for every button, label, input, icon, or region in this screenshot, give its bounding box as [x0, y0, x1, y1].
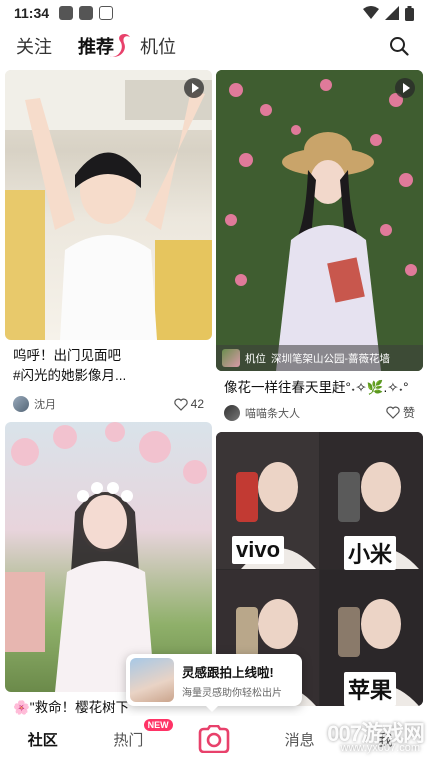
heart-icon [386, 406, 400, 419]
notification-icon [79, 6, 94, 20]
card-image[interactable]: 机位 深圳笔架山公园-蔷薇花墙 [216, 70, 423, 371]
location-prefix: 机位 [245, 352, 266, 365]
popup-subtitle: 海量灵感助你轻松出片 [182, 687, 282, 699]
signal-icon [385, 6, 399, 20]
heart-icon [173, 398, 188, 411]
popup-thumbnail [130, 658, 174, 702]
card-image[interactable] [5, 70, 212, 340]
video-play-icon [395, 78, 415, 98]
like-count: 赞 [402, 406, 415, 420]
inspiration-popup[interactable]: 灵感跟拍上线啦! 海量灵感助你轻松出片 [126, 654, 302, 712]
feed-card[interactable]: 呜呼！出门见面吧 #闪光的她影像月... 沈月 42 [5, 70, 212, 416]
feed: 呜呼！出门见面吧 #闪光的她影像月... 沈月 42 机位 深圳笔架山公园-蔷薇… [0, 68, 428, 716]
avatar[interactable] [13, 396, 29, 412]
camera-icon[interactable] [196, 724, 232, 754]
brand-label: 小米 [344, 536, 397, 570]
nav-hot-label: 热门 [113, 731, 144, 749]
author-name[interactable]: 喵喵条大人 [245, 405, 300, 421]
author-name[interactable]: 沈月 [34, 396, 56, 412]
nav-community[interactable]: 社区 [0, 729, 86, 750]
new-badge: NEW [143, 718, 173, 731]
app-notification-icon [99, 6, 114, 20]
feed-card[interactable]: 机位 深圳笔架山公园-蔷薇花墙 像花一样往春天里赶°˖✧🌿.✧˖° 喵喵条大人 … [216, 70, 423, 421]
location-name: 深圳笔架山公园-蔷薇花墙 [271, 352, 390, 365]
top-nav: 关注 推荐 机位 [0, 26, 428, 66]
notification-icon [59, 6, 74, 20]
card-title: 呜呼！出门见面吧 #闪光的她影像月... [13, 348, 127, 383]
popup-title: 灵感跟拍上线啦! [182, 665, 274, 680]
card-meta: 沈月 42 [13, 396, 204, 412]
status-bar: 11:34 [0, 0, 428, 26]
search-icon[interactable] [386, 33, 412, 59]
like-button[interactable]: 赞 [386, 404, 415, 421]
popup-arrow [206, 706, 218, 712]
like-button[interactable]: 42 [173, 397, 204, 411]
site-watermark: 007游戏网 www.yx007.com [306, 716, 425, 762]
card-meta: 喵喵条大人 赞 [224, 404, 415, 421]
brand-label: 苹果 [344, 672, 397, 706]
status-time: 11:34 [14, 5, 50, 21]
tab-spots[interactable]: 机位 [140, 33, 176, 59]
nav-camera[interactable] [171, 724, 257, 754]
like-count: 42 [190, 397, 204, 411]
tab-following[interactable]: 关注 [16, 33, 52, 59]
wifi-icon [363, 6, 379, 19]
card-title: 像花一样往春天里赶°˖✧🌿.✧˖° [224, 380, 409, 395]
card-image[interactable] [5, 422, 212, 692]
avatar[interactable] [224, 404, 240, 421]
brand-label: vivo [232, 536, 285, 564]
watermark-url: www.yx007.com [340, 742, 420, 754]
active-tab-swoosh-icon [108, 34, 130, 57]
nav-hot[interactable]: 热门 NEW [86, 718, 173, 750]
video-play-icon [184, 78, 204, 98]
battery-icon [405, 5, 414, 21]
location-thumbnail [222, 349, 240, 367]
tab-recommended[interactable]: 推荐 [78, 33, 130, 59]
location-bar[interactable]: 机位 深圳笔架山公园-蔷薇花墙 [216, 345, 423, 371]
